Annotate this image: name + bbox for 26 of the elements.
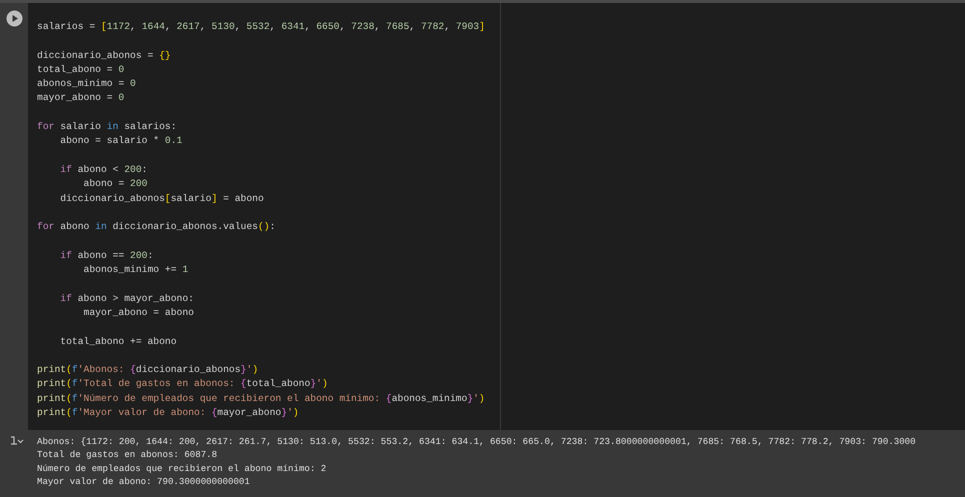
- output-line: Mayor valor de abono: 790.3000000000001: [37, 474, 250, 488]
- output-icon[interactable]: [10, 436, 24, 446]
- code-line: if abono > mayor_abono:: [59, 292, 194, 306]
- code-line: total_abono = 0: [37, 62, 124, 77]
- output-line: Número de empleados que recibieron el abono mínimo: 2: [37, 462, 326, 475]
- output-line: Abonos: {1172: 200, 1644: 200, 2617: 261.7, 5130: 513.0, 5532: 553.2, 6341: 634.1, 6650: 665.0, 7238: 723.8000000000001, 7685: 768.5, 7782: 778.2, 7903: 790.3000: [37, 435, 916, 448]
- code-line: if abono == 200:: [59, 248, 154, 263]
- output-line: Total de gastos en abonos: 6087.8: [37, 448, 218, 462]
- code-line: mayor_abono = 0: [37, 91, 124, 106]
- code-line: mayor_abono = abono: [82, 306, 194, 320]
- code-line: abonos_minimo = 0: [37, 77, 136, 92]
- code-line: abonos_minimo += 1: [82, 263, 188, 278]
- code-line: print(f'Mayor valor de abono: {mayor_abono}'): [37, 406, 299, 420]
- code-line: print(f'Abonos: {diccionario_abonos}'): [37, 363, 258, 378]
- code-line: if abono < 200:: [59, 162, 148, 177]
- code-line: for abono in diccionario_abonos.values():: [37, 220, 276, 234]
- code-line: print(f'Número de empleados que recibieron el abono mínimo: {abonos_minimo}'): [37, 392, 485, 406]
- code-line: diccionario_abonos = {}: [37, 48, 171, 63]
- code-line: abono = salario * 0.1: [59, 134, 182, 148]
- code-line: abono = 200: [82, 177, 148, 192]
- code-line: diccionario_abonos[salario] = abono: [59, 192, 264, 206]
- code-line: for salario in salarios:: [37, 120, 177, 134]
- code-line: salarios = [1172, 1644, 2617, 5130, 5532, 6341, 6650, 7238, 7685, 7782, 7903]: [37, 20, 485, 34]
- code-line: print(f'Total de gastos en abonos: {total_abono}'): [37, 377, 328, 392]
- run-icon[interactable]: [6, 10, 22, 27]
- code-line: total_abono += abono: [59, 334, 177, 349]
